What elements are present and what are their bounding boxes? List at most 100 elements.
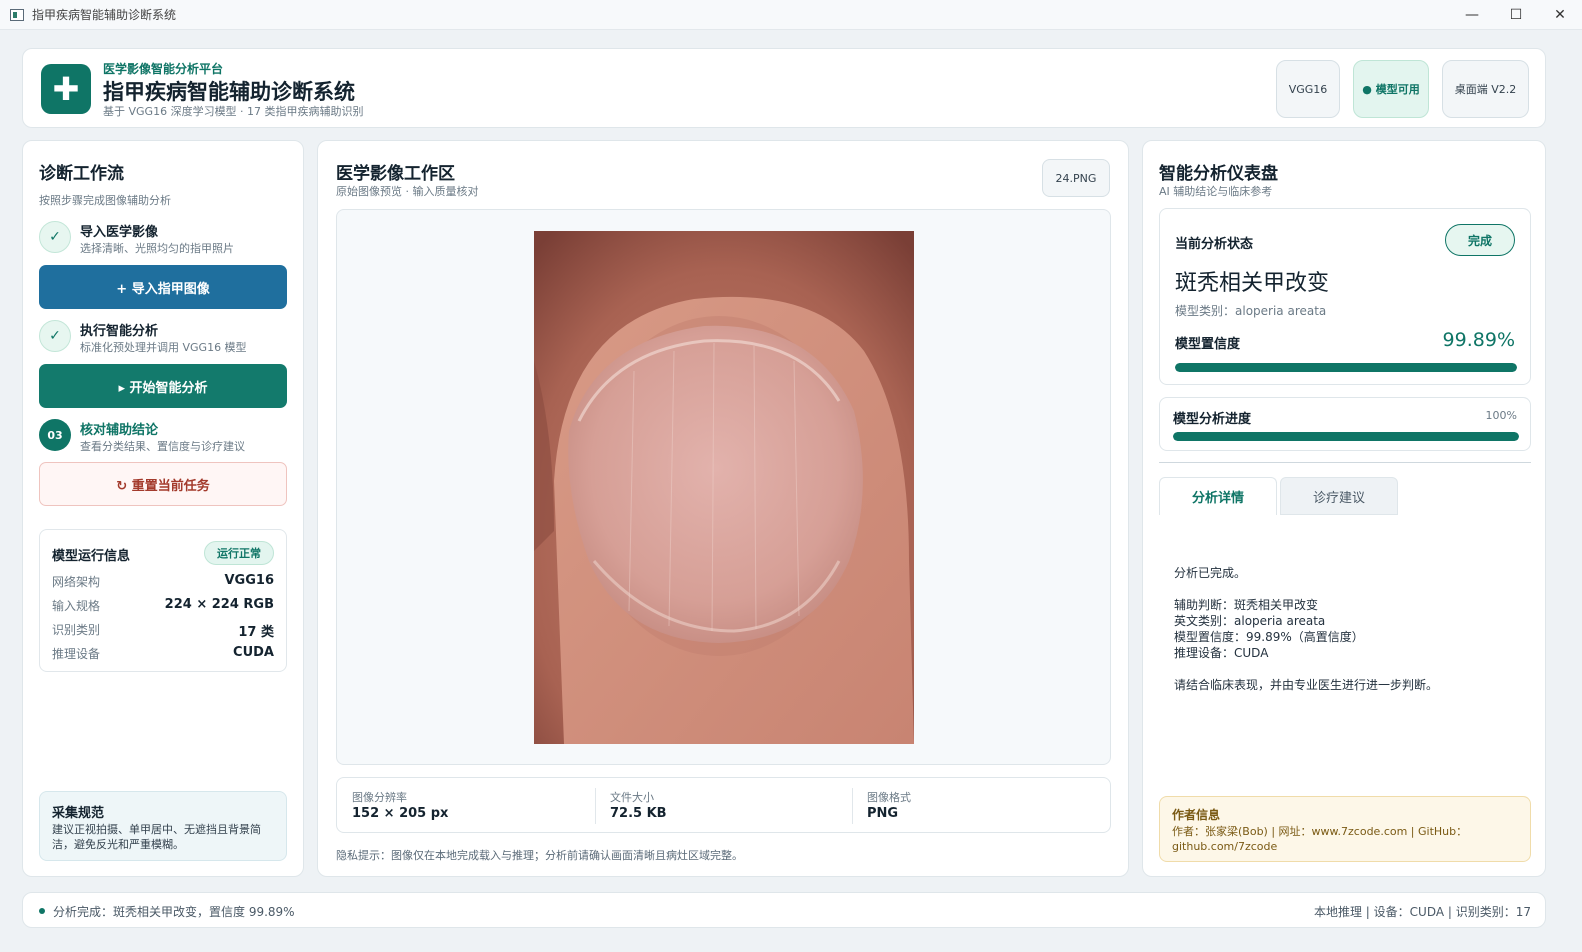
progress-card: 模型分析进度 100% [1159,397,1531,451]
step-2-title: 执行智能分析 [80,324,159,339]
workflow-title: 诊断工作流 [39,164,124,184]
capture-guide-card: 采集规范 建议正视拍摄、单甲居中、无遮挡且背景简洁，避免反光和严重模糊。 [39,791,287,861]
author-title: 作者信息 [1172,808,1221,822]
confidence-bar-fill [1175,363,1517,372]
progress-bar-fill [1173,432,1519,441]
tab-treatment-advice[interactable]: 诊疗建议 [1280,477,1398,515]
info-row: 推理设备 CUDA [52,645,274,662]
model-class: 模型类别：aloperia areata [1175,304,1327,318]
dashboard-title: 智能分析仪表盘 [1159,164,1278,184]
detail-line: 推理设备：CUDA [1174,646,1269,660]
image-viewer [336,209,1111,765]
privacy-notice: 隐私提示：图像仅在本地完成载入与推理；分析前请确认画面清晰且病灶区域完整。 [336,849,743,862]
image-meta-bar: 图像分辨率 152 × 205 px 文件大小 72.5 KB 图像格式 PNG [336,777,1111,833]
window-title: 指甲疾病智能辅助诊断系统 [32,8,177,22]
meta-value: PNG [867,806,899,821]
step-1-check-icon: ✓ [39,221,71,253]
step-3-desc: 查看分类结果、置信度与诊疗建议 [80,440,245,453]
file-name-chip: 24.PNG [1042,159,1110,197]
info-row: 识别类别 17 类 [52,621,274,640]
minimize-icon[interactable]: — [1450,0,1494,30]
close-icon[interactable]: ✕ [1538,0,1582,30]
step-1-title: 导入医学影像 [80,225,159,240]
confidence-label: 模型置信度 [1175,337,1241,352]
step-2-check-icon: ✓ [39,320,71,352]
info-row: 输入规格 224 × 224 RGB [52,597,274,614]
meta-key: 文件大小 [610,791,654,804]
info-key: 输入规格 [52,599,101,613]
detail-line: 分析已完成。 [1174,566,1247,580]
progress-label: 模型分析进度 [1173,412,1252,427]
image-workspace-panel: 医学影像工作区 原始图像预览 · 输入质量核对 24.PNG 图像分辨率 152… [317,140,1129,877]
analysis-detail-text: 分析已完成。 辅助判断：斑秃相关甲改变 英文类别：aloperia areata… [1174,565,1438,693]
status-done-pill: 完成 [1445,224,1515,256]
import-image-button[interactable]: + 导入指甲图像 [39,265,287,309]
capture-guide-text: 建议正视拍摄、单甲居中、无遮挡且背景简洁，避免反光和严重模糊。 [52,823,261,851]
meta-format: 图像格式 PNG [852,778,1109,834]
detail-line [1174,661,1438,677]
confidence-value: 99.89% [1442,329,1515,351]
model-name-pill: VGG16 [1276,60,1340,118]
info-key: 识别类别 [52,623,101,637]
workflow-panel: 诊断工作流 按照步骤完成图像辅助分析 ✓ 导入医学影像 选择清晰、光照均匀的指甲… [22,140,304,877]
plus-cross-icon: ✚ [41,64,91,114]
info-key: 网络架构 [52,575,101,589]
detail-line: 模型置信度：99.89%（高置信度） [1174,630,1364,644]
author-info-card: 作者信息 作者：张家梁(Bob) | 网址：www.7zcode.com | G… [1159,796,1531,862]
meta-value: 152 × 205 px [352,806,449,821]
status-message: 分析完成：斑秃相关甲改变，置信度 99.89% [53,905,295,919]
analysis-status-card: 当前分析状态 完成 斑秃相关甲改变 模型类别：aloperia areata 模… [1159,208,1531,385]
header-subtitle: 基于 VGG16 深度学习模型 · 17 类指甲疾病辅助识别 [103,105,364,118]
window-controls: — ☐ ✕ [1450,0,1582,30]
meta-value: 72.5 KB [610,806,667,821]
version-pill: 桌面端 V2.2 [1442,60,1529,118]
info-value: 224 × 224 RGB [164,597,274,612]
app-icon [10,8,24,21]
status-info: 本地推理 | 设备：CUDA | 识别类别：17 [1313,905,1531,919]
status-label: 当前分析状态 [1175,237,1254,252]
model-status-pill: ● 模型可用 [1353,60,1429,118]
section-divider [1159,462,1531,463]
status-bar: 分析完成：斑秃相关甲改变，置信度 99.89% 本地推理 | 设备：CUDA |… [22,892,1546,928]
start-analysis-button[interactable]: ▸ 开始智能分析 [39,364,287,408]
workspace-subtitle: 原始图像预览 · 输入质量核对 [336,185,479,198]
detail-line: 英文类别：aloperia areata [1174,614,1326,628]
meta-resolution: 图像分辨率 152 × 205 px [337,778,594,834]
tab-analysis-details[interactable]: 分析详情 [1159,477,1277,515]
workspace-title: 医学影像工作区 [336,164,455,184]
model-info-title: 模型运行信息 [52,549,131,564]
capture-guide-title: 采集规范 [52,806,105,821]
reset-task-button[interactable]: ↻ 重置当前任务 [39,462,287,506]
meta-key: 图像格式 [867,791,911,804]
workflow-subtitle: 按照步骤完成图像辅助分析 [39,194,171,207]
status-badge: 运行正常 [204,541,274,565]
status-dot-icon [39,908,45,914]
detail-line: 辅助判断：斑秃相关甲改变 [1174,598,1319,612]
nail-image [534,231,914,744]
window-titlebar: 指甲疾病智能辅助诊断系统 — ☐ ✕ [0,0,1582,30]
step-1-desc: 选择清晰、光照均匀的指甲照片 [80,242,234,255]
model-info-card: 模型运行信息 运行正常 网络架构 VGG16 输入规格 224 × 224 RG… [39,529,287,672]
info-value: 17 类 [238,625,274,640]
page-title: 指甲疾病智能辅助诊断系统 [103,80,355,104]
detail-line: 请结合临床表现，并由专业医生进行进一步判断。 [1174,678,1439,692]
progress-percent: 100% [1485,409,1517,422]
step-3-title: 核对辅助结论 [80,423,159,438]
info-value: VGG16 [224,573,275,588]
detail-line [1174,581,1438,597]
info-value: CUDA [233,645,274,660]
confidence-bar [1175,363,1517,372]
app-header: ✚ 医学影像智能分析平台 指甲疾病智能辅助诊断系统 基于 VGG16 深度学习模… [22,48,1546,128]
meta-file-size: 文件大小 72.5 KB [595,778,852,834]
author-text: 作者：张家梁(Bob) | 网址：www.7zcode.com | GitHub… [1172,825,1468,853]
info-row: 网络架构 VGG16 [52,573,274,590]
header-kicker: 医学影像智能分析平台 [103,62,224,76]
analysis-dashboard-panel: 智能分析仪表盘 AI 辅助结论与临床参考 当前分析状态 完成 斑秃相关甲改变 模… [1142,140,1546,877]
dashboard-subtitle: AI 辅助结论与临床参考 [1159,185,1273,198]
progress-bar [1173,432,1519,441]
step-2-desc: 标准化预处理并调用 VGG16 模型 [80,341,247,354]
info-key: 推理设备 [52,647,101,661]
meta-key: 图像分辨率 [352,791,407,804]
maximize-icon[interactable]: ☐ [1494,0,1538,30]
diagnosis-result: 斑秃相关甲改变 [1175,271,1330,296]
